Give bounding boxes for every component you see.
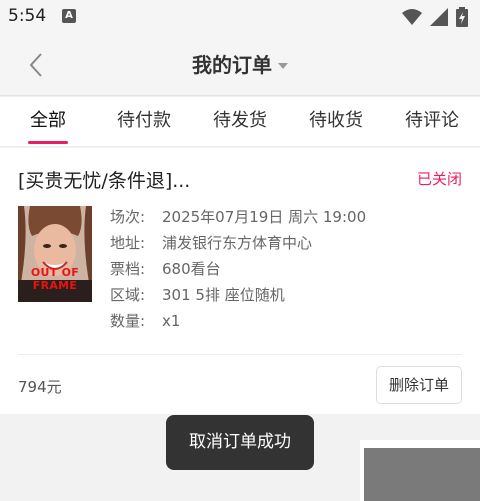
notification-icon: A: [62, 9, 76, 23]
order-details: 场次: 2025年07月19日 周六 19:00 地址: 浦发银行东方体育中心 …: [110, 204, 366, 334]
detail-row-area: 区域: 301 5排 座位随机: [110, 282, 366, 308]
detail-value: 2025年07月19日 周六 19:00: [162, 208, 367, 226]
detail-value: x1: [162, 312, 181, 330]
detail-row-session: 场次: 2025年07月19日 周六 19:00: [110, 204, 366, 230]
status-bar: 5:54 A: [0, 0, 480, 34]
order-title: [买贵无忧/条件退]...: [18, 170, 191, 192]
tab-pending-payment[interactable]: 待付款: [96, 97, 192, 146]
delete-order-button[interactable]: 删除订单: [376, 366, 462, 404]
detail-value: 浦发银行东方体育中心: [162, 234, 313, 252]
wifi-icon: [402, 9, 422, 25]
event-poster[interactable]: OUT OF FRAME: [18, 206, 92, 302]
thumbnail-image: [364, 448, 480, 501]
detail-label: 数量:: [110, 312, 146, 330]
detail-row-ticket-tier: 票档: 680看台: [110, 256, 366, 282]
detail-value: 680看台: [162, 260, 221, 278]
status-icons: [402, 7, 468, 27]
order-status: 已关闭: [416, 170, 462, 188]
detail-label: 区域:: [110, 286, 146, 304]
signal-icon: [430, 8, 448, 26]
order-card[interactable]: [买贵无忧/条件退]... 已关闭 OUT OF FRAME 场次: 2025年…: [0, 148, 480, 414]
tab-pending-receipt[interactable]: 待收货: [288, 97, 384, 146]
detail-row-address: 地址: 浦发银行东方体育中心: [110, 230, 366, 256]
header: 我的订单: [0, 34, 480, 96]
page-title: 我的订单: [192, 53, 272, 77]
tab-pending-shipment[interactable]: 待发货: [192, 97, 288, 146]
detail-value: 301 5排 座位随机: [162, 286, 285, 304]
battery-icon: [456, 7, 468, 27]
detail-label: 地址:: [110, 234, 146, 252]
order-price: 794元: [18, 378, 62, 396]
detail-label: 场次:: [110, 208, 146, 226]
order-tabs: 全部 待付款 待发货 待收货 待评论: [0, 97, 480, 147]
status-time: 5:54: [8, 6, 47, 26]
detail-label: 票档:: [110, 260, 146, 278]
detail-row-quantity: 数量: x1: [110, 308, 366, 334]
title-dropdown[interactable]: 我的订单: [0, 49, 480, 78]
floating-thumbnail[interactable]: [360, 440, 480, 501]
poster-title: OUT OF FRAME: [30, 266, 80, 292]
tab-all[interactable]: 全部: [0, 97, 96, 146]
divider: [18, 354, 462, 355]
toast-message: 取消订单成功: [166, 415, 314, 470]
tab-pending-review[interactable]: 待评论: [384, 97, 480, 146]
caret-down-icon: [278, 62, 288, 69]
